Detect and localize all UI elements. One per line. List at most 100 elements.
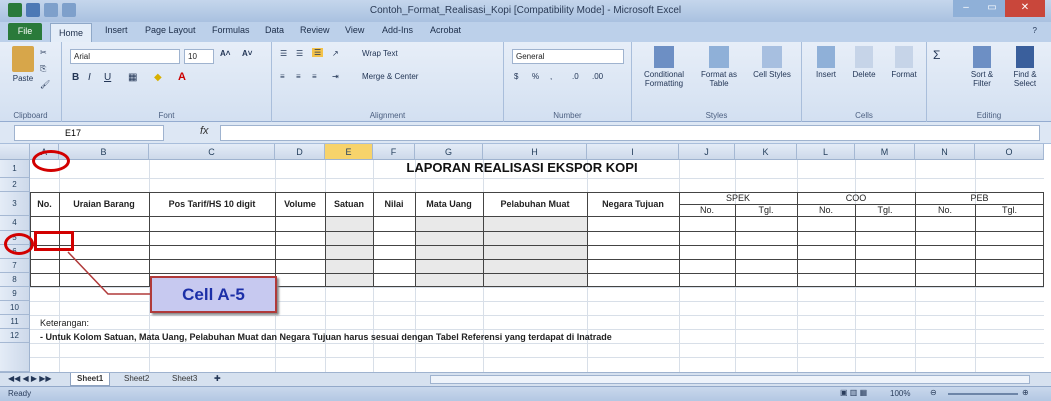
horizontal-scrollbar[interactable]	[430, 375, 1030, 384]
bold-button[interactable]: B	[72, 72, 79, 83]
align-center-icon[interactable]: ≡	[296, 72, 301, 81]
wrap-text-button[interactable]: Wrap Text	[362, 49, 398, 58]
paste-label: Paste	[12, 74, 34, 83]
table-rule	[30, 216, 1044, 217]
help-icon[interactable]: ?	[1033, 26, 1037, 35]
tab-scroll-arrows-icon[interactable]: ◀◀ ◀ ▶ ▶▶	[8, 374, 52, 383]
row-header-11[interactable]: 11	[0, 315, 30, 329]
zoom-slider[interactable]	[948, 393, 1018, 395]
col-header-k[interactable]: K	[735, 144, 797, 160]
col-header-l[interactable]: L	[797, 144, 855, 160]
underline-button[interactable]: U	[104, 72, 111, 83]
comma-icon[interactable]: ,	[550, 72, 552, 81]
merge-center-button[interactable]: Merge & Center	[362, 72, 418, 81]
formula-input[interactable]	[220, 125, 1040, 141]
shrink-font-icon[interactable]: A˅	[242, 49, 252, 58]
name-box[interactable]: E17	[14, 125, 164, 141]
insert-sheet-icon[interactable]: ✚	[214, 374, 221, 383]
col-header-b[interactable]: B	[59, 144, 149, 160]
tab-acrobat[interactable]: Acrobat	[430, 25, 461, 35]
row-header-7[interactable]: 7	[0, 259, 30, 273]
paste-button[interactable]: Paste	[8, 46, 38, 83]
orientation-icon[interactable]: ↗	[332, 49, 339, 58]
zoom-level[interactable]: 100%	[890, 389, 910, 398]
font-color-icon[interactable]: A	[178, 71, 186, 83]
borders-icon[interactable]: ▦	[128, 72, 137, 83]
col-header-d[interactable]: D	[275, 144, 325, 160]
cell-styles-button[interactable]: Cell Styles	[748, 46, 796, 79]
sheet-tab-sheet2[interactable]: Sheet2	[118, 373, 155, 386]
col-header-f[interactable]: F	[373, 144, 415, 160]
header-mata-uang: Mata Uang	[426, 199, 472, 209]
delete-cells-button[interactable]: Delete	[846, 46, 882, 79]
minimize-button[interactable]: –	[953, 0, 979, 17]
align-top-icon[interactable]: ☰	[280, 49, 287, 58]
close-button[interactable]: ✕	[1005, 0, 1045, 17]
col-header-n[interactable]: N	[915, 144, 975, 160]
grow-font-icon[interactable]: A˄	[220, 49, 230, 58]
tab-home[interactable]: Home	[50, 23, 92, 42]
zoom-out-icon[interactable]: ⊖	[930, 388, 937, 397]
col-header-m[interactable]: M	[855, 144, 915, 160]
font-name-select[interactable]: Arial	[70, 49, 180, 64]
col-header-g[interactable]: G	[415, 144, 483, 160]
row-header-2[interactable]: 2	[0, 178, 30, 192]
select-all-corner[interactable]	[0, 144, 30, 160]
col-header-i[interactable]: I	[587, 144, 679, 160]
align-bottom-icon[interactable]: ☰	[312, 48, 324, 57]
conditional-formatting-button[interactable]: Conditional Formatting	[638, 46, 690, 88]
row-header-9[interactable]: 9	[0, 287, 30, 301]
row-header-10[interactable]: 10	[0, 301, 30, 315]
header-negara-tujuan: Negara Tujuan	[602, 199, 664, 209]
tab-add-ins[interactable]: Add-Ins	[382, 25, 413, 35]
percent-icon[interactable]: %	[532, 72, 539, 81]
align-left-icon[interactable]: ≡	[280, 72, 285, 81]
tab-review[interactable]: Review	[300, 25, 330, 35]
cut-icon[interactable]: ✂	[40, 48, 47, 57]
col-header-j[interactable]: J	[679, 144, 735, 160]
align-right-icon[interactable]: ≡	[312, 72, 317, 81]
number-format-select[interactable]: General	[512, 49, 624, 64]
fx-icon[interactable]: fx	[200, 125, 209, 137]
tab-data[interactable]: Data	[265, 25, 284, 35]
tab-file[interactable]: File	[8, 23, 42, 40]
autosum-icon[interactable]: Σ	[933, 48, 940, 62]
col-header-h[interactable]: H	[483, 144, 587, 160]
sheet-tab-sheet1[interactable]: Sheet1	[70, 373, 111, 386]
align-middle-icon[interactable]: ☰	[296, 49, 303, 58]
currency-icon[interactable]: $	[514, 72, 518, 81]
format-as-table-button[interactable]: Format as Table	[694, 46, 744, 88]
header-coo: COO	[845, 193, 867, 203]
header-nilai: Nilai	[384, 199, 404, 209]
italic-button[interactable]: I	[88, 72, 91, 83]
font-size-select[interactable]: 10	[184, 49, 214, 64]
increase-decimal-icon[interactable]: .0	[572, 72, 579, 81]
col-header-o[interactable]: O	[975, 144, 1044, 160]
tab-formulas[interactable]: Formulas	[212, 25, 250, 35]
insert-cells-button[interactable]: Insert	[808, 46, 844, 79]
find-select-button[interactable]: Find & Select	[1005, 46, 1045, 88]
sheet-tab-sheet3[interactable]: Sheet3	[166, 373, 203, 386]
col-header-c[interactable]: C	[149, 144, 275, 160]
row-header-3[interactable]: 3	[0, 192, 30, 216]
header-uraian-barang: Uraian Barang	[73, 199, 135, 209]
view-buttons-icon[interactable]: ▣ ▥ ▦	[840, 388, 867, 397]
header-pelabuhan-muat: Pelabuhan Muat	[500, 199, 570, 209]
decrease-decimal-icon[interactable]: .00	[592, 72, 603, 81]
indent-icon[interactable]: ⇥	[332, 72, 339, 81]
row-header-8[interactable]: 8	[0, 273, 30, 287]
col-header-e[interactable]: E	[325, 144, 373, 160]
zoom-in-icon[interactable]: ⊕	[1022, 388, 1029, 397]
tab-view[interactable]: View	[345, 25, 364, 35]
tab-insert[interactable]: Insert	[105, 25, 128, 35]
tab-page-layout[interactable]: Page Layout	[145, 25, 196, 35]
sort-filter-button[interactable]: Sort & Filter	[963, 46, 1001, 88]
format-cells-button[interactable]: Format	[886, 46, 922, 79]
copy-icon[interactable]: ⎘	[40, 64, 46, 74]
maximize-button[interactable]: ▭	[979, 0, 1005, 17]
row-header-12[interactable]: 12	[0, 329, 30, 343]
row-header-4[interactable]: 4	[0, 216, 30, 231]
table-rule	[975, 204, 976, 287]
fill-color-icon[interactable]: ◆	[154, 72, 162, 83]
format-painter-icon[interactable]: 🖌	[40, 80, 50, 89]
